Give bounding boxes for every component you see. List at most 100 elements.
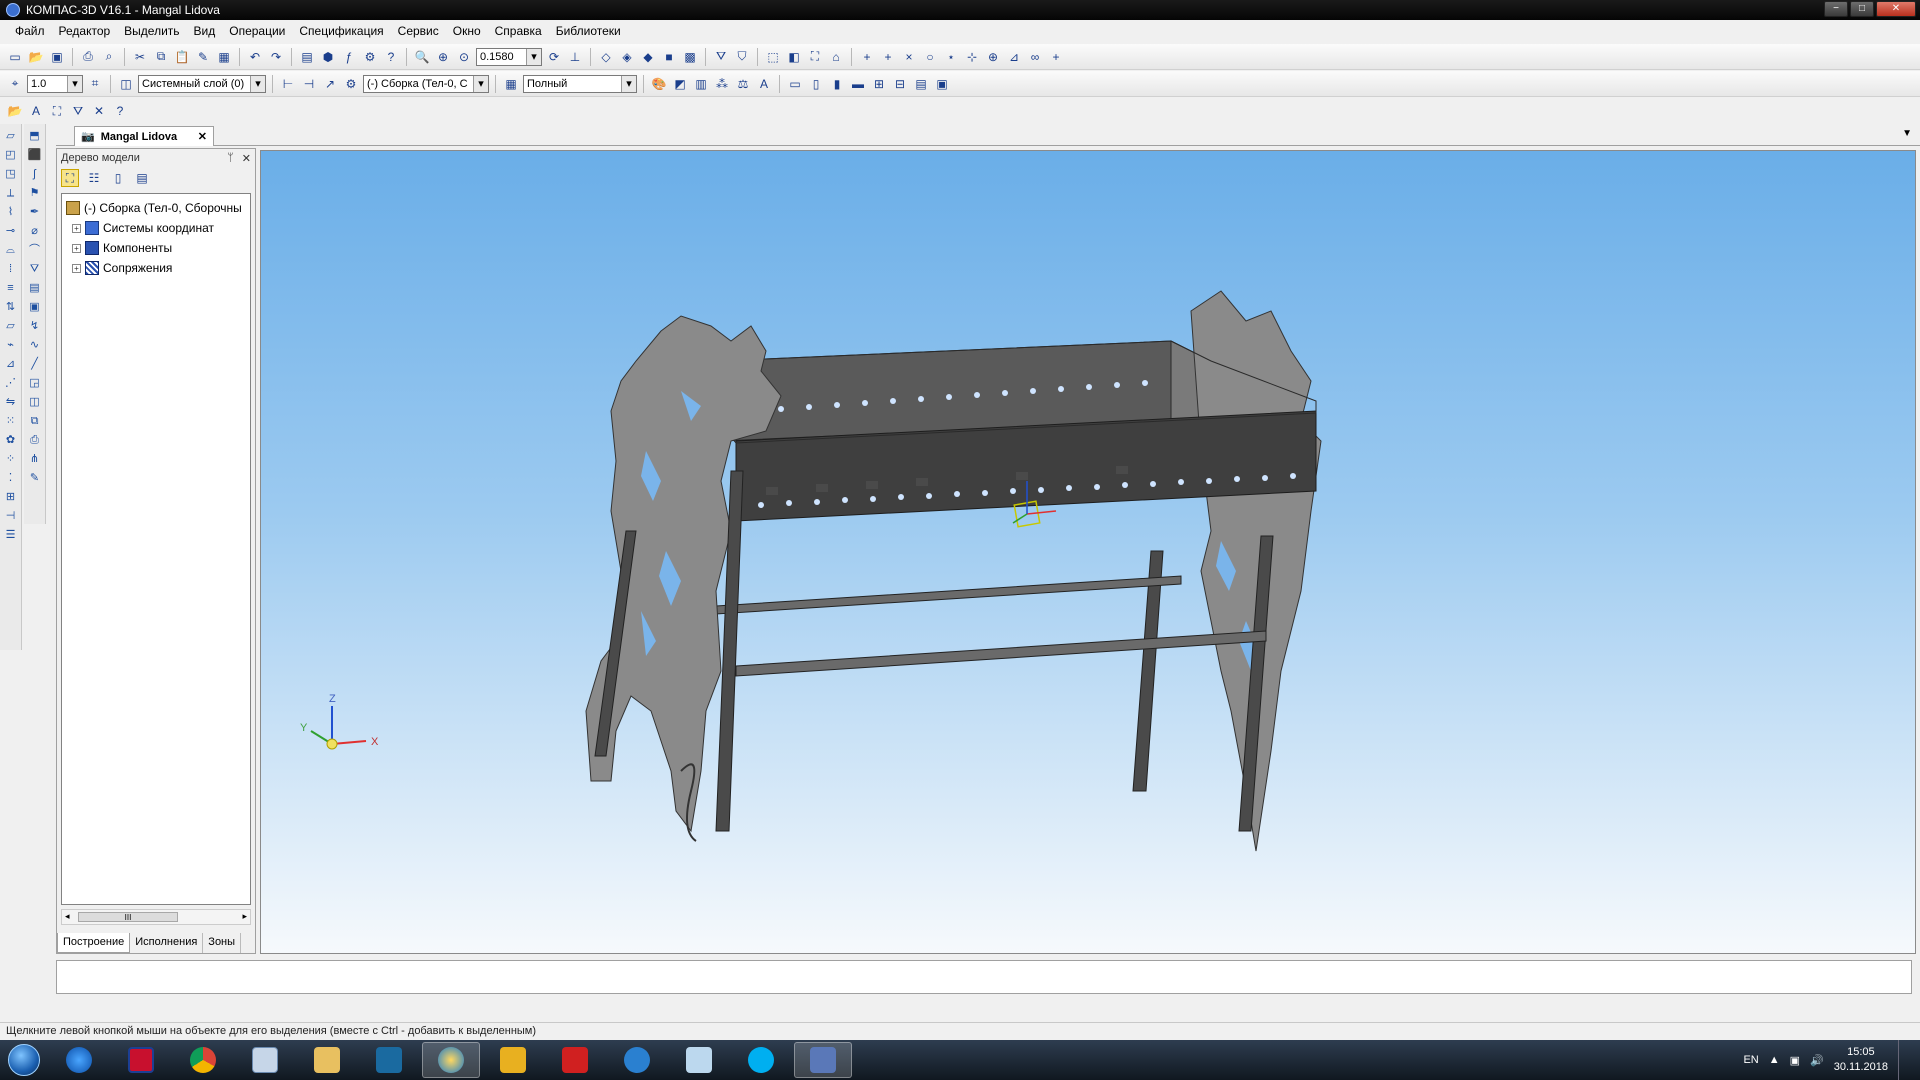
network-tray-icon[interactable]: ▣ — [1790, 1054, 1800, 1067]
open-folder-icon[interactable]: 📂 — [6, 102, 24, 120]
measure2-icon[interactable]: ⌇ — [3, 204, 19, 220]
pin-icon[interactable]: ᛘ — [227, 152, 234, 165]
filter2-icon[interactable]: ⛛ — [69, 102, 87, 120]
taskbar-skype[interactable] — [732, 1042, 790, 1078]
tree-mode-icon[interactable]: ⛶ — [61, 169, 79, 187]
clip-icon[interactable]: ⌀ — [27, 223, 43, 239]
taskbar-calculator[interactable] — [236, 1042, 294, 1078]
measure-icon[interactable]: ⚙ — [361, 48, 379, 66]
tools-icon[interactable]: ⌂ — [827, 48, 845, 66]
arc-icon[interactable]: ⌒ — [27, 242, 43, 258]
chart-icon[interactable]: ◫ — [27, 394, 43, 410]
scroll-right-icon[interactable]: ▸ — [242, 911, 247, 922]
tab-versions[interactable]: Исполнения — [130, 933, 204, 953]
pattern-icon[interactable]: ⁂ — [713, 75, 731, 93]
grid2-icon[interactable]: ⁙ — [3, 413, 19, 429]
disk-icon[interactable]: ▣ — [27, 299, 43, 315]
dots2-icon[interactable]: ⁚ — [3, 470, 19, 486]
tree-item-mates[interactable]: + Сопряжения — [66, 258, 246, 278]
menu-service[interactable]: Сервис — [391, 24, 446, 38]
tree-view-icon[interactable]: ☷ — [85, 169, 103, 187]
scroll-left-icon[interactable]: ◂ — [65, 911, 70, 922]
tree-horizontal-scrollbar[interactable]: ◂ III ▸ — [61, 909, 251, 925]
properties-icon[interactable]: ▥ — [692, 75, 710, 93]
edit-icon[interactable]: ◰ — [3, 147, 19, 163]
shaded-icon[interactable]: ■ — [660, 48, 678, 66]
tree-props-icon[interactable]: ▯ — [109, 169, 127, 187]
taskbar-tasks[interactable] — [484, 1042, 542, 1078]
menu-specification[interactable]: Спецификация — [292, 24, 390, 38]
manager-icon[interactable]: ▤ — [298, 48, 316, 66]
menu-file[interactable]: Файл — [8, 24, 52, 38]
taskbar-chrome[interactable] — [174, 1042, 232, 1078]
bend-icon[interactable]: ⋰ — [3, 375, 19, 391]
cut-icon[interactable]: ✂ — [131, 48, 149, 66]
tabs-dropdown-icon[interactable]: ▼ — [1902, 128, 1912, 139]
taskbar-skype-chat[interactable] — [608, 1042, 666, 1078]
coords-icon[interactable]: ⊢ — [279, 75, 297, 93]
tree-doc-icon[interactable]: ▤ — [133, 169, 151, 187]
taskbar-kompas[interactable] — [112, 1042, 170, 1078]
select-filter-icon[interactable]: ⛉ — [733, 48, 751, 66]
tab-construction[interactable]: Построение — [57, 933, 131, 953]
clock[interactable]: 15:05 30.11.2018 — [1834, 1045, 1888, 1075]
command-line-input[interactable] — [56, 960, 1912, 994]
mirror-icon[interactable]: ⊣ — [3, 508, 19, 524]
preview-icon[interactable]: ⌕ — [100, 48, 118, 66]
view6-icon[interactable]: ⊟ — [891, 75, 909, 93]
taskbar-nc[interactable] — [360, 1042, 418, 1078]
component-icon[interactable]: ◧ — [785, 48, 803, 66]
array-icon[interactable]: ⁞ — [3, 261, 19, 277]
save-icon[interactable]: ▣ — [48, 48, 66, 66]
help-pointer-icon[interactable]: ? — [382, 48, 400, 66]
brush-icon[interactable]: ✒ — [27, 204, 43, 220]
dots-icon[interactable]: ⁘ — [3, 451, 19, 467]
dimension-icon[interactable]: ⟂ — [3, 185, 19, 201]
mates-icon[interactable]: ⊸ — [3, 223, 19, 239]
snap-icon[interactable]: ⬚ — [764, 48, 782, 66]
close-button[interactable]: ✕ — [1876, 1, 1916, 17]
point6-icon[interactable]: ⊹ — [963, 48, 981, 66]
surface-icon[interactable]: ⌓ — [3, 242, 19, 258]
view2-icon[interactable]: ▯ — [807, 75, 825, 93]
print2-icon[interactable]: ⎙ — [27, 432, 43, 448]
model-viewport[interactable]: Z X Y — [260, 150, 1916, 954]
local-cs-icon[interactable]: ⊣ — [300, 75, 318, 93]
maximize-button[interactable]: □ — [1850, 1, 1874, 17]
curve-icon[interactable]: ʃ — [27, 166, 43, 182]
menu-help[interactable]: Справка — [488, 24, 549, 38]
expand-icon[interactable]: + — [72, 263, 81, 273]
view1-icon[interactable]: ▭ — [786, 75, 804, 93]
taskbar-notes[interactable] — [670, 1042, 728, 1078]
stack-icon[interactable]: ☰ — [3, 527, 19, 543]
menu-select[interactable]: Выделить — [117, 24, 186, 38]
zoom-window-icon[interactable]: 🔍 — [413, 48, 431, 66]
spec-icon[interactable]: ≡ — [3, 280, 19, 296]
format-painter-icon[interactable]: ✎ — [194, 48, 212, 66]
text-icon[interactable]: A — [755, 75, 773, 93]
tree2-icon[interactable]: ⋔ — [27, 451, 43, 467]
taskbar-globe[interactable] — [422, 1042, 480, 1078]
tab-mangal-lidova[interactable]: 📷 Mangal Lidova ✕ — [74, 126, 214, 146]
filter-icon[interactable]: ⛛ — [712, 48, 730, 66]
grid-icon[interactable]: ⌗ — [86, 75, 104, 93]
mass-icon[interactable]: ⚖ — [734, 75, 752, 93]
zoom-scale-field[interactable]: 0.1580 — [476, 47, 542, 66]
point8-icon[interactable]: ⊿ — [1005, 48, 1023, 66]
point4-icon[interactable]: ○ — [921, 48, 939, 66]
report-icon[interactable]: ⇅ — [3, 299, 19, 315]
geometry-icon[interactable]: ◳ — [3, 166, 19, 182]
minimize-button[interactable]: − — [1824, 1, 1848, 17]
cube-icon[interactable]: ⬛ — [27, 147, 43, 163]
halftone-icon[interactable]: ◆ — [639, 48, 657, 66]
scroll-thumb[interactable]: III — [78, 912, 178, 922]
tree-root[interactable]: (-) Сборка (Тел-0, Сборочны — [66, 198, 246, 218]
taskbar-network[interactable] — [794, 1042, 852, 1078]
point-icon[interactable]: + — [858, 48, 876, 66]
volume-icon[interactable]: 🔊 — [1810, 1054, 1824, 1067]
help-icon[interactable]: ? — [111, 102, 129, 120]
step-icon[interactable]: ⌖ — [6, 75, 24, 93]
paste-icon[interactable]: 📋 — [173, 48, 191, 66]
tab-zones[interactable]: Зоны — [203, 933, 242, 953]
wireframe-icon[interactable]: ◇ — [597, 48, 615, 66]
